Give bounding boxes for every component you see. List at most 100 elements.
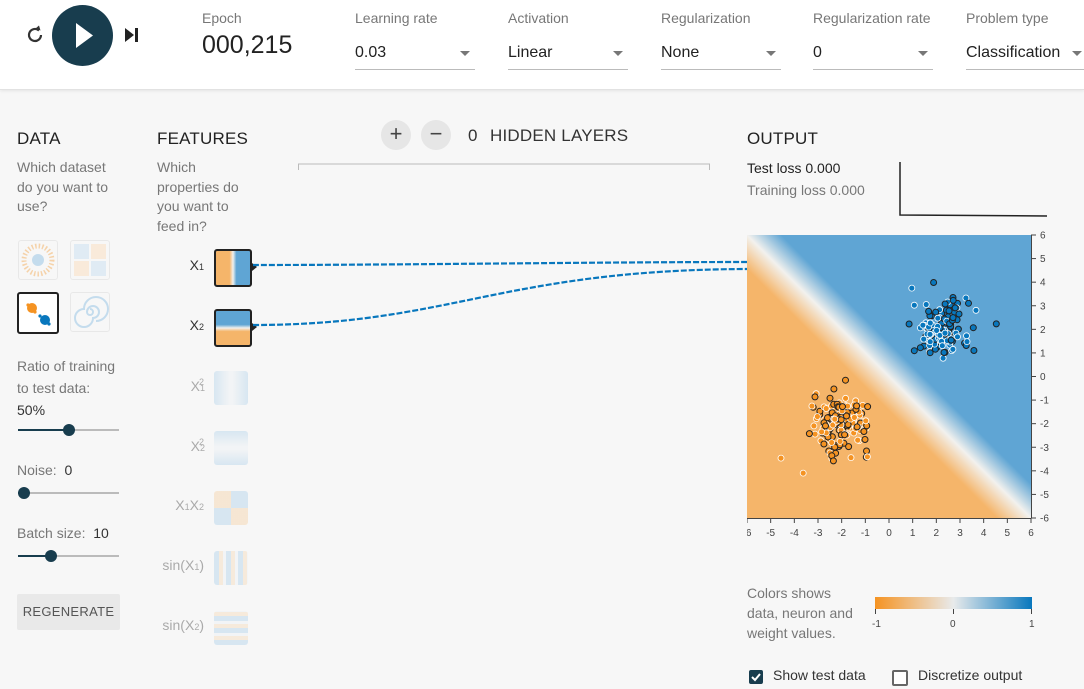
data-point-orange [842, 394, 849, 402]
feature-toggle-x1-times-x2[interactable] [214, 491, 248, 525]
show-test-data-toggle[interactable]: Show test data [747, 667, 877, 687]
decision-boundary-plot: -6 -5 -4 -3 -2 -1 0 1 2 3 4 5 6 6 5 4 3 2 1 0 -1 -2 -3 -4 -5 -6 [747, 231, 1049, 539]
regularization-rate-select[interactable]: 0 [813, 40, 933, 70]
test-loss-value: 0.000 [805, 160, 841, 176]
problem-type-underline [966, 69, 1084, 70]
ratio-slider-fill [18, 429, 69, 431]
step-button[interactable] [120, 24, 142, 46]
dataset-thumb-spiral[interactable] [70, 292, 110, 332]
regularization-rate-underline [813, 69, 933, 70]
minus-icon: − [429, 121, 443, 146]
data-point-blue [910, 347, 918, 355]
discretize-output-toggle[interactable]: Discretize output [890, 667, 1040, 687]
feature-sub: 2 [198, 322, 204, 332]
data-point-orange [808, 402, 816, 410]
ratio-value: 50% [17, 402, 46, 418]
regularization-rate-label: Regularization rate [813, 10, 931, 26]
data-point-blue [938, 342, 946, 350]
data-point-orange [863, 447, 870, 455]
learning-rate-label: Learning rate [355, 10, 438, 26]
data-point-orange [831, 415, 839, 423]
discretize-output-checkbox[interactable] [892, 670, 908, 686]
reset-icon [27, 25, 43, 43]
learning-rate-underline [355, 69, 475, 70]
feature-toggle-x2[interactable] [214, 309, 252, 347]
y-tick-label: 2 [1040, 325, 1046, 336]
data-point-orange [820, 440, 828, 448]
reset-button[interactable] [22, 22, 48, 48]
x-tick-label: -3 [814, 528, 823, 539]
ratio-slider[interactable] [18, 424, 119, 436]
dataset-circle-preview [21, 243, 55, 277]
add-layer-button[interactable]: + [381, 120, 411, 150]
play-pause-button[interactable] [52, 5, 113, 66]
data-title: DATA [17, 129, 61, 148]
link-x1-output[interactable] [252, 260, 748, 267]
remove-layer-button[interactable]: − [421, 120, 451, 150]
data-point-orange [862, 417, 870, 425]
activation-select[interactable]: Linear [508, 40, 628, 70]
learning-rate-select[interactable]: 0.03 [355, 40, 475, 70]
batch-slider-thumb[interactable] [44, 550, 57, 562]
play-icon [76, 23, 93, 48]
feature-sub: 2 [198, 502, 204, 512]
data-point-orange [799, 469, 807, 477]
y-axis: 6 5 4 3 2 1 0 -1 -2 -3 -4 -5 -6 [1031, 231, 1049, 525]
data-point-blue [954, 333, 961, 341]
data-point-orange [826, 394, 834, 402]
feature-toggle-sin-x2[interactable] [214, 611, 248, 645]
data-question: Which dataset do you want to use? [17, 159, 109, 214]
dataset-thumb-xor[interactable] [70, 240, 110, 280]
y-tick-label: 4 [1040, 278, 1046, 289]
ratio-slider-thumb[interactable] [62, 424, 75, 436]
data-point-blue [965, 299, 972, 307]
problem-type-select[interactable]: Classification [966, 40, 1084, 70]
data-point-blue [940, 349, 948, 356]
epoch-label: Epoch [202, 10, 242, 26]
output-title: OUTPUT [747, 129, 819, 148]
feature-toggle-x1[interactable] [214, 249, 252, 287]
training-loss-label: Training loss [747, 182, 826, 198]
batch-slider[interactable] [18, 550, 119, 562]
data-point-blue [972, 306, 980, 314]
data-point-blue [945, 307, 953, 315]
hidden-layers-count: 0 [468, 126, 478, 145]
dataset-thumb-gauss[interactable] [17, 292, 59, 334]
data-point-orange [822, 422, 829, 430]
regularization-select[interactable]: None [661, 40, 781, 70]
weight-links [252, 260, 748, 327]
data-point-blue [963, 338, 971, 345]
regenerate-button[interactable]: REGENERATE [17, 594, 120, 630]
features-title: FEATURES [157, 129, 249, 148]
data-point-orange [818, 428, 825, 436]
feature-suffix: X [189, 497, 199, 513]
data-point-blue [939, 354, 947, 362]
feature-label-x2-squared: X22 [152, 437, 205, 454]
noise-value: 0 [64, 462, 73, 478]
feature-toggle-x1-squared[interactable] [214, 371, 248, 405]
feature-label-x1: X1 [152, 257, 204, 273]
feature-toggle-sin-x1[interactable] [214, 551, 248, 585]
chevron-down-icon [613, 51, 623, 56]
dataset-thumb-circle[interactable] [18, 240, 58, 280]
heatmap-background [747, 235, 1031, 518]
activation-value: Linear [508, 44, 553, 61]
x-tick-label: 0 [886, 528, 892, 539]
feature-label-x1-times-x2: X1X2 [152, 497, 204, 513]
data-point-orange [844, 421, 852, 429]
link-x2-output[interactable] [252, 267, 748, 327]
show-test-data-checkbox[interactable] [749, 670, 763, 684]
feature-label-x2: X2 [152, 317, 204, 333]
noise-slider-thumb[interactable] [18, 487, 30, 499]
data-point-blue [926, 338, 934, 346]
data-point-blue [930, 279, 938, 286]
discretize-output-label: Discretize output [918, 667, 1023, 683]
x-tick-label: -6 [747, 528, 752, 539]
training-loss: Training loss 0.000 [747, 182, 865, 198]
feature-base: X [189, 317, 199, 333]
noise-slider[interactable] [18, 487, 119, 499]
y-tick-label: -4 [1040, 466, 1049, 477]
feature-toggle-x2-squared[interactable] [214, 431, 248, 465]
data-point-orange [814, 413, 821, 420]
batch-value: 10 [93, 525, 109, 541]
